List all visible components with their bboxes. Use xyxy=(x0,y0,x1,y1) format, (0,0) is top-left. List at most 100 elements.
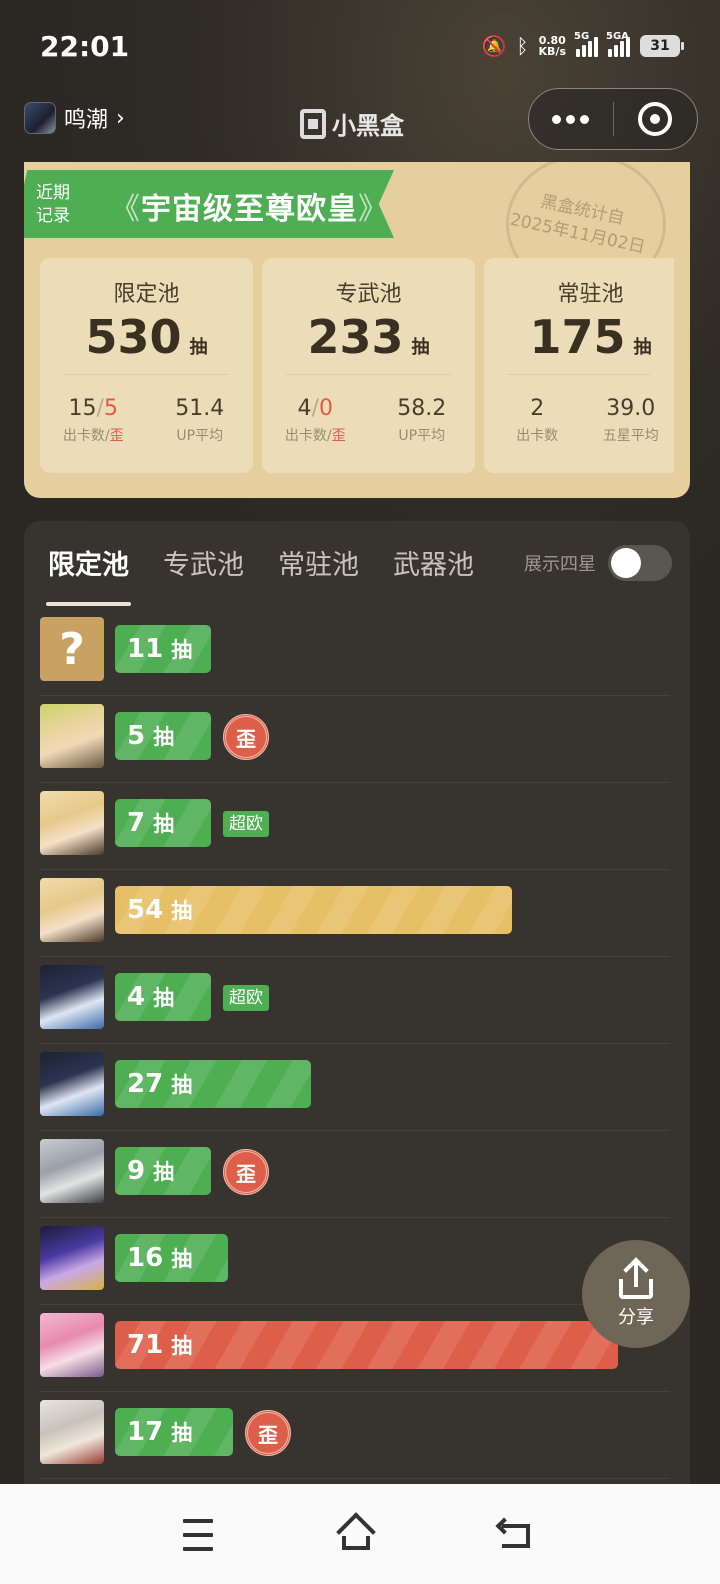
recent-record-tag: 近期 记录 xyxy=(36,183,70,226)
laurel-right-icon: 》 xyxy=(358,192,389,227)
character-avatar xyxy=(40,1226,104,1290)
pull-count-bar: 16 抽 xyxy=(115,1234,228,1282)
pull-unit: 抽 xyxy=(153,725,175,749)
pull-unit: 抽 xyxy=(171,899,193,923)
rank-title: 《宇宙级至尊欧皇》 xyxy=(110,192,389,227)
pull-records-list: ? 11 抽 5 抽歪 7 抽超欧 54 抽 4 抽超欧 27 抽 9 抽歪 16 抽 71 抽 17 抽歪 xyxy=(40,609,670,1479)
pull-count: 5 xyxy=(127,721,146,751)
system-nav-bar xyxy=(0,1484,720,1584)
character-avatar xyxy=(40,1139,104,1203)
pool-card-weapon-up[interactable]: 专武池 233 抽 4/0 出卡数/歪 58.2 UP平均 xyxy=(262,258,475,473)
laurel-left-icon: 《 xyxy=(110,192,141,227)
character-avatar xyxy=(40,1313,104,1377)
super-lucky-badge: 超欧 xyxy=(223,811,269,837)
record-row[interactable]: ? 11 抽 xyxy=(40,609,670,696)
recent-apps-button[interactable] xyxy=(173,1510,223,1560)
pull-count-bar: 54 抽 xyxy=(115,886,512,934)
pool-card-standard[interactable]: 常驻池 175 抽 2 出卡数 39.0 五星平均 xyxy=(484,258,674,473)
game-selector[interactable]: 鸣潮 › xyxy=(24,102,125,134)
pull-count: 4 xyxy=(127,982,146,1012)
target-circle-icon xyxy=(638,102,673,136)
off-banner-badge: 歪 xyxy=(223,1149,269,1195)
super-lucky-badge: 超欧 xyxy=(223,985,269,1011)
unknown-character-icon: ? xyxy=(40,617,104,681)
pull-count: 16 xyxy=(127,1243,164,1273)
share-label: 分享 xyxy=(618,1307,654,1328)
pull-count: 9 xyxy=(127,1156,146,1186)
pool-tabs: 限定池 专武池 常驻池 武器池 xyxy=(46,543,474,606)
pool-stat-average: 58.2 UP平均 xyxy=(397,396,447,444)
tab-limited[interactable]: 限定池 xyxy=(46,543,131,606)
bluetooth-icon: ᛒ xyxy=(516,34,529,58)
network-speed: 0.80 KB/s xyxy=(538,34,566,58)
pull-unit: 抽 xyxy=(153,812,175,836)
status-icons: 🔕 ᛒ 0.80 KB/s 5G 5GA 31 xyxy=(481,31,684,58)
pool-card-limited[interactable]: 限定池 530 抽 15/5 出卡数/歪 51.4 UP平均 xyxy=(40,258,253,473)
back-button[interactable] xyxy=(490,1510,540,1560)
record-row[interactable]: 54 抽 xyxy=(40,870,670,957)
show-four-star-setting: 展示四星 xyxy=(524,545,672,581)
record-row[interactable]: 27 抽 xyxy=(40,1044,670,1131)
character-avatar xyxy=(40,1400,104,1464)
pool-cards: 限定池 530 抽 15/5 出卡数/歪 51.4 UP平均 专武池 233 抽 4… xyxy=(40,258,674,473)
pool-stat-average: 51.4 UP平均 xyxy=(175,396,225,444)
chevron-right-icon: › xyxy=(116,105,125,131)
character-avatar xyxy=(40,704,104,768)
character-avatar xyxy=(40,878,104,942)
pool-stat-cards: 15/5 出卡数/歪 xyxy=(62,396,124,444)
game-name: 鸣潮 xyxy=(64,108,109,133)
signal-5ga-icon: 5GA xyxy=(606,31,630,57)
show-four-star-toggle[interactable] xyxy=(608,545,672,581)
summary-card: 黑盒统计自 2025年11月02日 近期 记录 《宇宙级至尊欧皇》 限定池 53… xyxy=(24,162,690,498)
brand-name: 小黑盒 xyxy=(332,112,404,140)
signal-5g-icon: 5G xyxy=(574,31,598,57)
record-row[interactable]: 5抽 歪 xyxy=(40,696,670,783)
share-button[interactable]: 分享 xyxy=(582,1240,690,1348)
mute-bell-icon: 🔕 xyxy=(481,34,507,58)
pool-stat-cards: 4/0 出卡数/歪 xyxy=(284,396,346,444)
pull-count: 71 xyxy=(127,1330,164,1360)
pull-unit: 抽 xyxy=(153,986,175,1010)
pull-count-bar: 11 抽 xyxy=(115,625,211,673)
pull-count-bar: 71 抽 xyxy=(115,1321,618,1369)
pull-history-panel: 限定池 专武池 常驻池 武器池 展示四星 ? 11 抽 5 抽歪 7 抽超欧 54 抽 4 抽超欧 2… xyxy=(24,521,690,1521)
pool-name: 限定池 xyxy=(113,282,180,307)
pool-stat-average: 39.0 五星平均 xyxy=(602,396,659,444)
pool-total: 530 抽 xyxy=(85,310,208,364)
pull-count-bar: 4抽 xyxy=(115,973,211,1021)
record-row[interactable]: 17 抽 歪 xyxy=(40,1392,670,1479)
record-row[interactable]: 16 抽 xyxy=(40,1218,670,1305)
tab-weapon[interactable]: 武器池 xyxy=(393,543,474,606)
close-miniprogram-button[interactable] xyxy=(614,88,698,150)
back-icon xyxy=(495,1517,532,1550)
pool-stat-cards: 2 出卡数 xyxy=(516,396,559,444)
home-button[interactable] xyxy=(331,1510,381,1560)
tab-weapon-up[interactable]: 专武池 xyxy=(163,543,244,606)
pull-count-bar: 9抽 xyxy=(115,1147,211,1195)
record-row[interactable]: 7 抽超欧 xyxy=(40,783,670,870)
show-four-star-label: 展示四星 xyxy=(524,554,596,575)
character-avatar xyxy=(40,965,104,1029)
more-button[interactable] xyxy=(529,88,613,150)
record-row[interactable]: 4 抽超欧 xyxy=(40,957,670,1044)
record-row[interactable]: 9抽歪 xyxy=(40,1131,670,1218)
pool-total: 175 抽 xyxy=(529,310,652,364)
battery-icon: 31 xyxy=(640,35,684,57)
pool-name: 常驻池 xyxy=(557,282,624,307)
share-icon xyxy=(619,1257,653,1299)
pull-unit: 抽 xyxy=(171,1421,193,1445)
tab-standard[interactable]: 常驻池 xyxy=(278,543,359,606)
divider xyxy=(64,374,229,375)
off-banner-badge: 歪 xyxy=(223,714,269,760)
pull-count-bar: 17 抽 xyxy=(115,1408,233,1456)
more-dots-icon xyxy=(552,114,590,124)
game-avatar xyxy=(24,102,56,134)
pull-count: 7 xyxy=(127,808,146,838)
off-banner-badge: 歪 xyxy=(245,1410,291,1456)
record-row[interactable]: 71 抽 xyxy=(40,1305,670,1392)
pull-unit: 抽 xyxy=(171,1247,193,1271)
app-header: 鸣潮 › 小黑盒 xyxy=(0,88,720,152)
divider xyxy=(508,374,650,375)
pull-count-bar: 7抽 xyxy=(115,799,211,847)
brand: 小黑盒 xyxy=(300,106,404,141)
